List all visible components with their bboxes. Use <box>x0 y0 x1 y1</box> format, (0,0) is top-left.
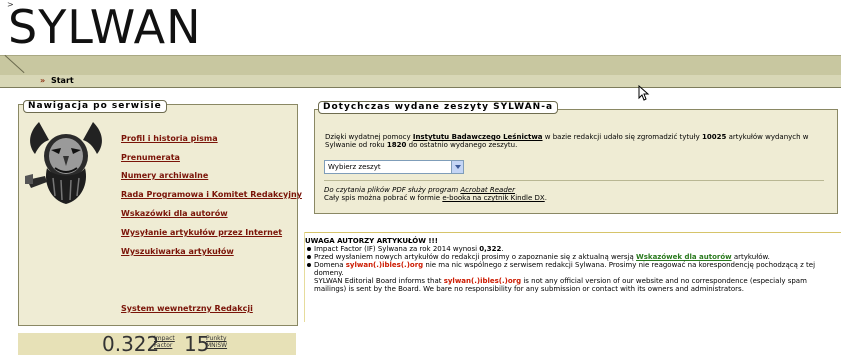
issues-intro: Dzięki wydatnej pomocy Instytutu Badawcz… <box>325 133 809 149</box>
acrobat-reader-link[interactable]: Acrobat Reader <box>460 186 515 194</box>
nav-link-wskazowki[interactable]: Wskazówki dla autorów <box>121 209 228 219</box>
points-label[interactable]: Punkty MNiSW <box>206 335 227 349</box>
site-logo[interactable]: SYLWAN <box>8 2 202 52</box>
breadcrumb-arrow-icon: » <box>40 76 46 85</box>
issue-select[interactable]: Wybierz zeszyt <box>324 160 464 174</box>
kindle-note: Cały spis można pobrać w formie e-booka … <box>324 194 547 202</box>
warning-domain: Domena sylwan(.)ibles(.)org nie ma nic w… <box>306 261 836 277</box>
chevron-down-icon[interactable] <box>451 161 463 173</box>
warning-title: UWAGA AUTORZY ARTYKUŁÓW !!! <box>305 237 438 245</box>
nav-link-numery-archiwalne[interactable]: Numery archiwalne <box>121 171 208 181</box>
warning-list: Impact Factor (IF) Sylwana za rok 2014 w… <box>306 245 836 293</box>
institute-link[interactable]: Instytutu Badawczego Leśnictwa <box>413 133 543 141</box>
guidelines-link[interactable]: Wskazówek dla autorów <box>636 253 732 261</box>
warning-divider <box>305 232 841 233</box>
navigation-legend: Nawigacja po serwisie <box>23 100 167 113</box>
warning-english: SYLWAN Editorial Board informs that sylw… <box>314 277 807 293</box>
nav-link-system-redakcji[interactable]: System wewnetrzny Redakcji <box>121 304 253 314</box>
breadcrumb-bar <box>0 75 841 88</box>
devil-mascot-icon <box>25 122 102 204</box>
warning-guidelines: Przed wysłaniem nowych artykułów do reda… <box>306 253 836 261</box>
nav-link-rada-programowa[interactable]: Rada Programowa i Komitet Redakcyjny <box>121 190 302 200</box>
pdf-note: Do czytania plików PDF służy program Acr… <box>324 186 515 194</box>
nav-link-profil[interactable]: Profil i historia pisma <box>121 134 218 144</box>
divider <box>324 180 824 181</box>
warning-border <box>304 232 305 322</box>
impact-factor-label[interactable]: Impact Factor <box>154 335 175 349</box>
nav-link-wyszukiwarka[interactable]: Wyszukiwarka artykułów <box>121 247 234 257</box>
breadcrumb-start-link[interactable]: Start <box>51 76 74 85</box>
impact-factor-value: 0.322 <box>102 332 160 356</box>
issue-select-value: Wybierz zeszyt <box>328 163 381 171</box>
kindle-ebook-link[interactable]: e-booka na czytnik Kindle DX <box>442 194 544 202</box>
nav-link-prenumerata[interactable]: Prenumerata <box>121 153 180 163</box>
breadcrumb: » Start <box>40 75 74 87</box>
mouse-cursor-icon <box>638 85 650 101</box>
top-bar <box>0 54 841 77</box>
warning-impact-factor: Impact Factor (IF) Sylwana za rok 2014 w… <box>306 245 836 253</box>
issues-legend: Dotychczas wydane zeszyty SYLWAN-a <box>318 101 559 114</box>
nav-link-wysylanie[interactable]: Wysyłanie artykułów przez Internet <box>121 228 282 238</box>
